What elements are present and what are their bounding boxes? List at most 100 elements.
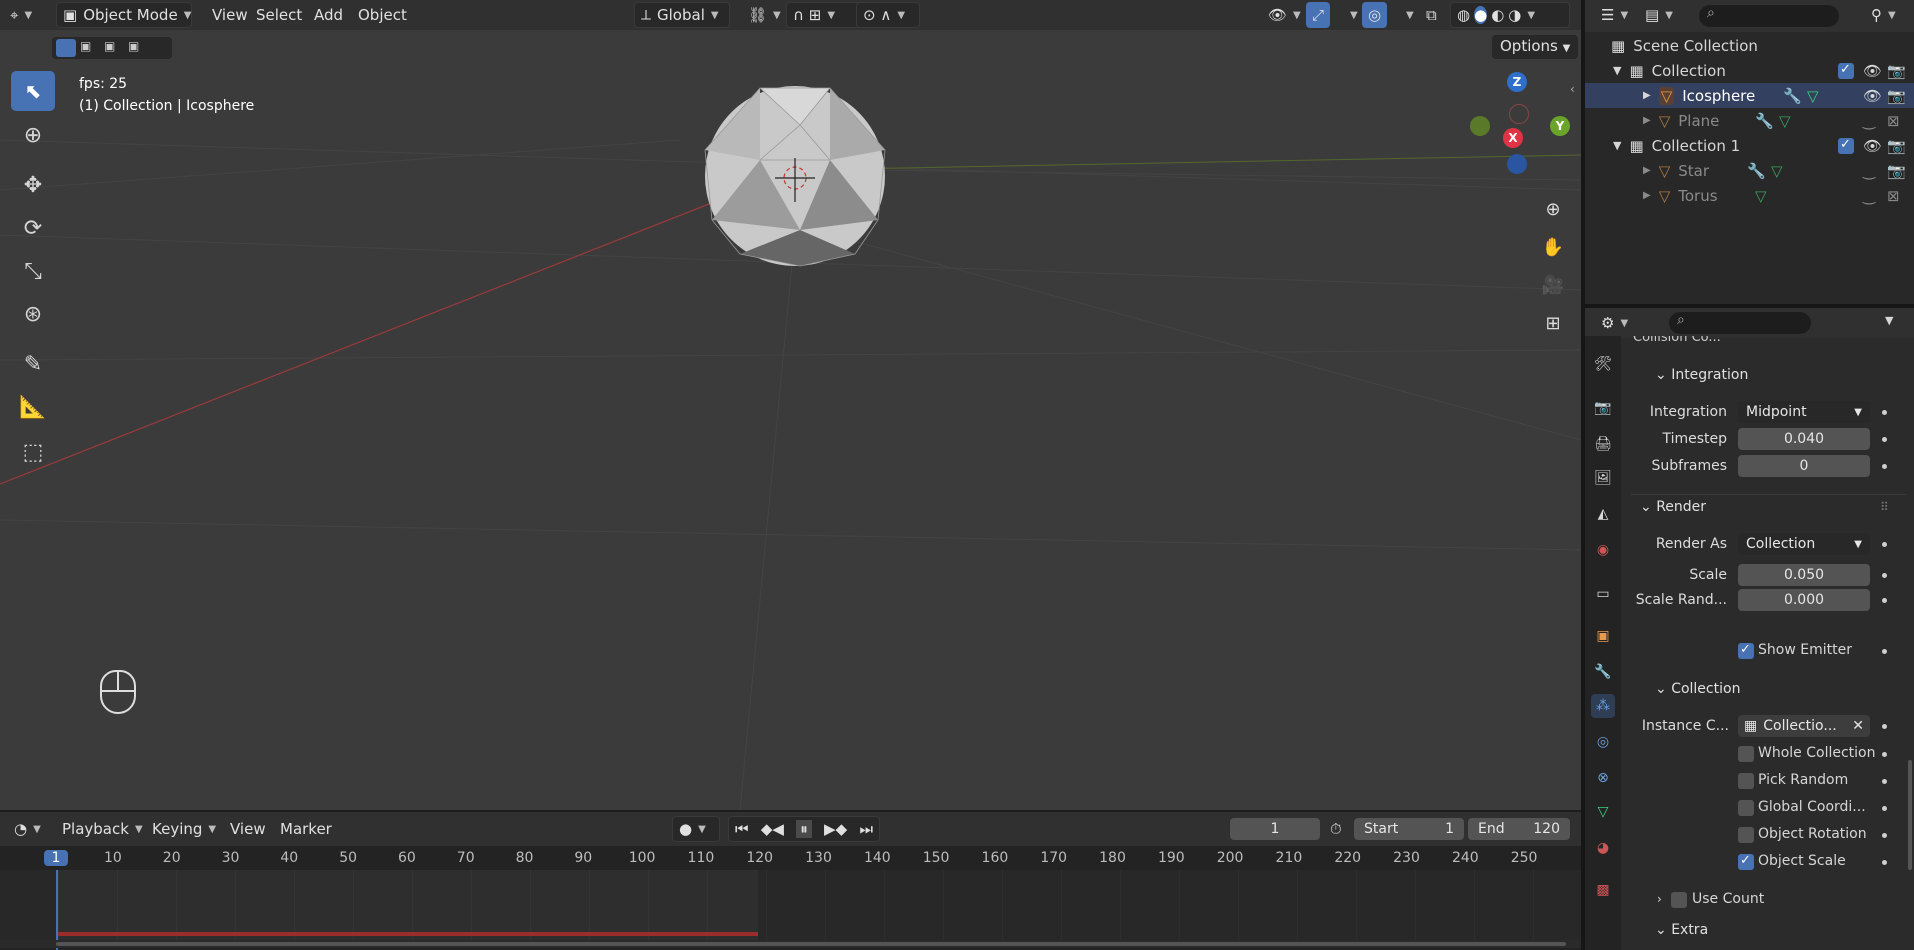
outliner-row-star[interactable]: ▶ ▽ Star 🔧 ▽ ‿ 📷 [1585,158,1914,183]
jump-start-icon[interactable]: ⏮ [735,820,749,838]
timestep-field[interactable]: 0.040 [1738,428,1870,450]
integration-dropdown[interactable]: Midpoint ▼ [1738,401,1870,423]
eye-closed-icon[interactable]: ‿ [1863,187,1875,205]
solid-shading-icon[interactable]: ● [1474,6,1488,24]
camera-render-icon[interactable]: 📷 [1887,62,1906,80]
menu-view[interactable]: View [206,2,254,28]
record-button[interactable]: ● ▼ [672,816,720,842]
mode-selector[interactable]: ▣ Object Mode ▼ [56,2,192,28]
jump-end-icon[interactable]: ⏭ [859,820,873,838]
pick-random-checkbox[interactable] [1738,773,1754,789]
expand-arrow-icon[interactable]: ▼ [1613,64,1621,77]
scale-random-field[interactable]: 0.000 [1738,589,1870,611]
gizmo-y[interactable]: Y [1550,116,1570,136]
add-cube-tool[interactable]: ⬚ [11,432,55,472]
drag-handle-icon[interactable]: ⠿ [1880,500,1889,514]
expand-arrow-icon[interactable]: ▶ [1643,115,1651,126]
xray-toggle[interactable]: ⧉ [1420,2,1443,28]
constraints-tab-icon[interactable]: ⊗ [1591,766,1615,790]
annotate-tool[interactable]: ✎ [11,344,55,384]
frame-ruler[interactable]: 1 10 20 30 40 50 60 70 80 90 100 110 120 130 140 150 160… [0,846,1581,870]
eye-closed-icon[interactable]: ‿ [1863,112,1875,130]
use-count-expand-icon[interactable]: › [1657,892,1662,906]
expand-arrow-icon[interactable]: ▶ [1643,90,1651,101]
current-frame-field[interactable]: 1 [1230,818,1320,840]
render-as-dropdown[interactable]: Collection ▼ [1738,533,1870,555]
expand-arrow-icon[interactable]: ▼ [1613,139,1621,152]
sidebar-toggle-icon[interactable]: ‹ [1570,82,1575,96]
stopwatch-icon[interactable]: ⏱ [1330,820,1342,838]
keyframe-dot[interactable] [1882,464,1887,469]
display-mode-button[interactable]: ▤ ▼ [1639,2,1679,28]
object-scale-checkbox[interactable] [1738,853,1754,870]
select-box-tool[interactable]: ⬉ [11,71,55,111]
properties-scrollbar[interactable] [1908,760,1912,870]
start-frame-field[interactable]: Start 1 [1354,818,1464,840]
properties-options-icon[interactable]: ▼ [1885,314,1893,327]
select-invert-icon[interactable]: ▣ [128,39,148,57]
keyframe-dot[interactable] [1882,573,1887,578]
select-extend-icon[interactable]: ▣ [80,39,100,57]
rotate-tool[interactable]: ⟳ [11,208,55,248]
end-frame-field[interactable]: End 120 [1468,818,1570,840]
expand-arrow-icon[interactable]: ▶ [1643,165,1651,176]
visibility-button[interactable]: 👁 ▼ [1262,2,1307,28]
next-keyframe-icon[interactable]: ▶◆ [824,820,847,838]
outliner-row-collection-1[interactable]: ▼ ▦ Collection 1 👁 📷 [1585,133,1914,158]
object-rotation-checkbox[interactable] [1738,827,1754,843]
navigation-gizmo[interactable]: Z X Y [1466,72,1576,202]
camera-disabled-icon[interactable]: ⊠ [1887,112,1900,130]
clear-x-icon[interactable]: ✕ [1852,718,1864,734]
timeline-menu-keying[interactable]: Keying ▼ [146,816,222,842]
outliner-editor-type[interactable]: ☰ ▼ [1595,2,1634,28]
keyframe-dot[interactable] [1882,860,1887,865]
cursor-tool[interactable]: ⊕ [11,115,55,155]
prev-keyframe-icon[interactable]: ◆◀ [761,820,784,838]
menu-select[interactable]: Select [250,2,308,28]
wrench-modifier-icon[interactable]: 🔧 [1747,162,1766,180]
keyframe-dot[interactable] [1882,833,1887,838]
outliner-row-scene-collection[interactable]: ▦ Scene Collection [1585,33,1914,58]
transform-tool[interactable]: ⊛ [11,294,55,334]
instance-collection-field[interactable]: ▦ Collectio... ✕ [1738,715,1870,737]
timeline-menu-view[interactable]: View [224,816,272,842]
pivot-button[interactable]: ⛓ ▼ [742,2,787,28]
keyframe-dot[interactable] [1882,752,1887,757]
scale-tool[interactable]: ⤡ [11,251,55,291]
select-new-icon[interactable] [56,39,76,57]
keyframe-dot[interactable] [1882,437,1887,442]
section-render[interactable]: ⌄ Render [1640,499,1706,515]
ortho-grid-icon[interactable]: ⊞ [1536,306,1570,340]
gizmo-neg-x[interactable] [1509,104,1529,124]
camera-render-icon[interactable]: 📷 [1887,87,1906,105]
playback-controls[interactable]: ⏮ ◆◀ ⏸ ▶◆ ⏭ [728,816,880,842]
timeline-scrollbar[interactable] [0,940,1581,948]
object-tab-icon[interactable]: ▣ [1591,624,1615,648]
gizmo-neg-z[interactable] [1507,154,1527,174]
gizmo-z[interactable]: Z [1507,72,1527,92]
wrench-modifier-icon[interactable]: 🔧 [1755,112,1774,130]
eye-icon[interactable]: 👁 [1863,87,1882,105]
overlay-toggle[interactable]: ◎ [1362,2,1388,28]
mesh-data-icon[interactable]: ▽ [1755,187,1767,205]
wrench-modifier-icon[interactable]: 🔧 [1783,87,1802,105]
transform-orientation[interactable]: ⟂ Global ▼ [634,2,730,28]
measure-tool[interactable]: 📐 [11,387,55,427]
global-coordinates-checkbox[interactable] [1738,800,1754,816]
menu-add[interactable]: Add [308,2,349,28]
expand-arrow-icon[interactable]: ▶ [1643,190,1651,201]
mesh-data-icon[interactable]: ▽ [1779,112,1791,130]
eye-icon[interactable]: 👁 [1863,137,1882,155]
eye-closed-icon[interactable]: ‿ [1863,162,1875,180]
camera-render-icon[interactable]: 📷 [1887,137,1906,155]
move-tool[interactable]: ✥ [11,165,55,205]
outliner-row-icosphere[interactable]: ▶ ▽ Icosphere 🔧 ▽ 👁 📷 [1585,83,1914,108]
keyframe-dot[interactable] [1882,542,1887,547]
camera-icon[interactable]: 🎥 [1536,268,1570,302]
particles-tab-icon[interactable]: ⁂ [1591,694,1615,718]
properties-search-input[interactable]: ⌕ [1669,312,1811,334]
section-integration[interactable]: ⌄ Integration [1655,367,1748,383]
select-mode-buttons[interactable]: ▣ ▣ ▣ [52,37,172,59]
gizmo-toggle[interactable]: ⤢ [1306,2,1331,28]
scene-tab-icon[interactable]: ◭ [1591,502,1615,526]
